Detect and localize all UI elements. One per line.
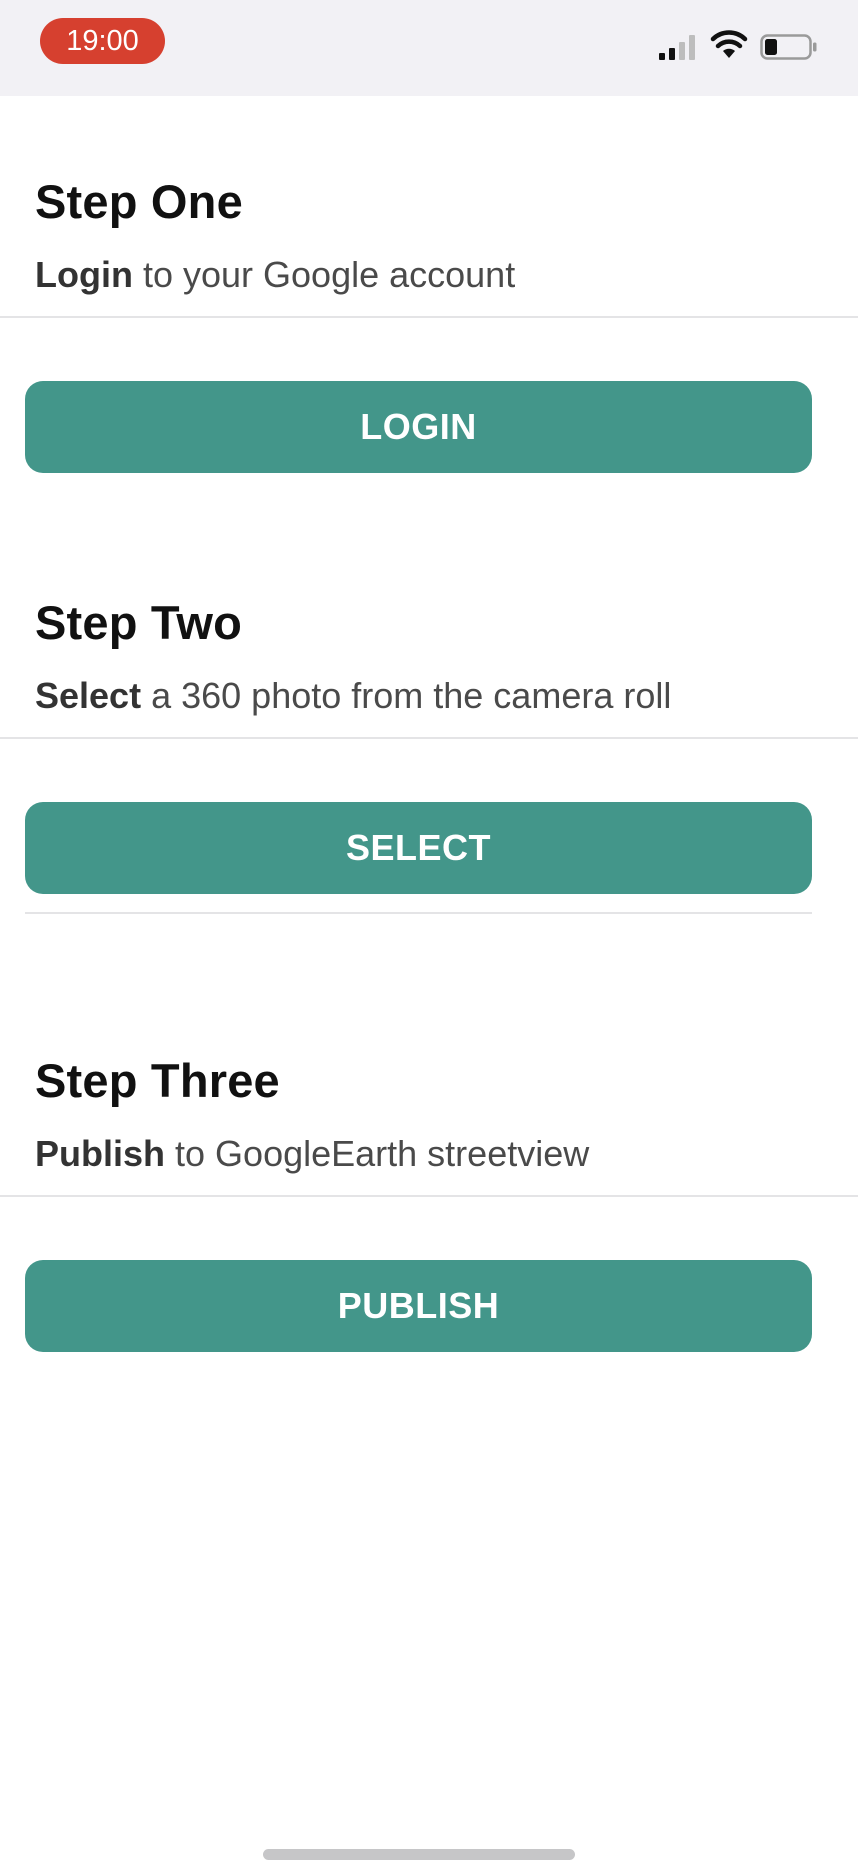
step-one-keyword: Login: [35, 254, 133, 295]
step-three-text: to GoogleEarth streetview: [165, 1133, 590, 1174]
step-one-text: to your Google account: [132, 254, 516, 295]
login-button[interactable]: LOGIN: [25, 381, 812, 473]
step-two-description: Select a 360 photo from the camera roll: [35, 675, 671, 717]
status-bar: 19:00: [0, 0, 858, 96]
step-two-text: a 360 photo from the camera roll: [141, 675, 672, 716]
publish-button[interactable]: PUBLISH: [25, 1260, 812, 1352]
battery-icon: [760, 34, 817, 60]
step-two-keyword: Select: [35, 675, 142, 716]
step-three-description: Publish to GoogleEarth streetview: [35, 1133, 589, 1175]
step-three-title: Step Three: [35, 1054, 280, 1107]
select-button[interactable]: SELECT: [25, 802, 812, 894]
step-one-title: Step One: [35, 175, 243, 228]
step-three-divider: [0, 1195, 858, 1197]
signal-icon: [659, 35, 695, 60]
app-screen: 19:00 Step One Login to your Google acco…: [0, 0, 858, 1872]
home-indicator[interactable]: [263, 1849, 575, 1860]
step-three-keyword: Publish: [35, 1133, 166, 1174]
select-divider: [25, 912, 812, 914]
step-two-divider: [0, 737, 858, 739]
step-one-description: Login to your Google account: [35, 254, 515, 296]
status-time: 19:00: [40, 18, 165, 64]
step-two-title: Step Two: [35, 596, 242, 649]
step-one-divider: [0, 316, 858, 318]
wifi-icon: [710, 30, 748, 58]
